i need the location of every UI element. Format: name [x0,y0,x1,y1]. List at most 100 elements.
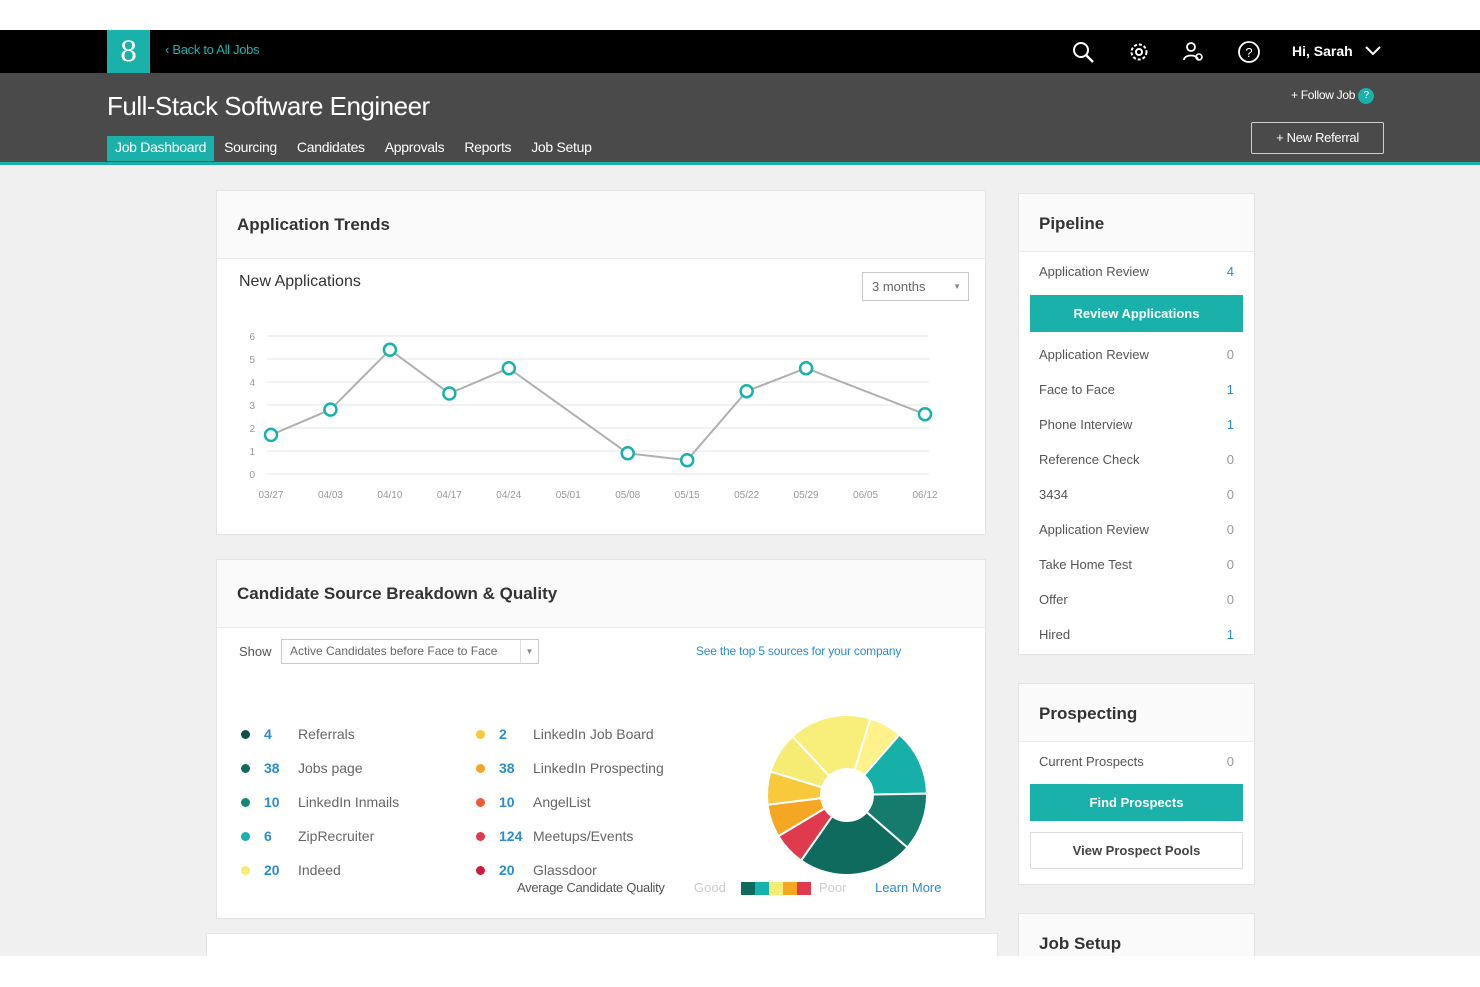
pipeline-row[interactable]: Reference Check 0 [1039,452,1234,472]
pipeline-row[interactable]: Offer 0 [1039,592,1234,612]
data-point[interactable] [382,342,398,358]
source-dot-icon [476,865,485,875]
source-count[interactable]: 2 [499,726,533,742]
source-count[interactable]: 20 [499,862,533,878]
tab-candidates[interactable]: Candidates [287,136,375,161]
pipeline-row[interactable]: Application Review 0 [1039,522,1234,542]
gear-icon[interactable] [1127,40,1151,64]
pipeline-stage-count: 0 [1226,592,1234,607]
follow-job-label: + Follow Job [1291,88,1356,103]
source-label: AngelList [533,794,591,810]
data-point[interactable] [917,406,933,422]
pipeline-stage-label: 3434 [1039,487,1068,502]
pipeline-row[interactable]: Application Review 4 [1039,264,1234,284]
svg-text:?: ? [1245,45,1252,60]
source-label: LinkedIn Prospecting [533,760,664,776]
x-tick-label: 04/10 [377,490,402,501]
pipeline-stage-label: Offer [1039,592,1068,607]
pipeline-row[interactable]: Application Review 0 [1039,347,1234,367]
source-row[interactable]: 38 Jobs page [241,758,363,778]
help-icon[interactable]: ? [1237,40,1261,64]
source-count[interactable]: 6 [264,828,298,844]
help-badge-icon: ? [1358,88,1375,104]
quality-scale [741,882,811,895]
job-header: Full-Stack Software Engineer Job Dashboa… [0,73,1480,165]
source-count[interactable]: 20 [264,862,298,878]
data-point[interactable] [798,360,814,376]
follow-job-link[interactable]: + Follow Job? [1291,88,1375,104]
source-count[interactable]: 38 [499,760,533,776]
pipeline-stage-count: 1 [1226,382,1234,397]
data-point[interactable] [620,446,635,461]
source-count[interactable]: 10 [499,794,533,810]
back-to-all-jobs-link[interactable]: ‹ Back to All Jobs [165,42,260,57]
x-tick-label: 04/03 [318,490,343,501]
users-icon[interactable] [1181,40,1205,64]
pipeline-row[interactable]: Hired 1 [1039,627,1234,647]
new-referral-button[interactable]: + New Referral [1251,122,1384,154]
source-count[interactable]: 38 [264,760,298,776]
pipeline-stage-label: Application Review [1039,522,1149,537]
source-row[interactable]: 20 Indeed [241,860,341,880]
current-prospects-count: 0 [1226,754,1234,769]
data-point[interactable] [442,386,457,401]
card-title: Application Trends [217,191,985,259]
app-frame: 8 ‹ Back to All Jobs ? Hi, Sarah Full-St… [0,30,1480,956]
pipeline-stage-count: 0 [1226,487,1234,502]
current-prospects-row[interactable]: Current Prospects 0 [1039,754,1234,774]
tab-reports[interactable]: Reports [454,136,521,161]
source-count[interactable]: 124 [499,828,533,844]
logo[interactable]: 8 [107,30,150,73]
pipeline-stage-label: Take Home Test [1039,557,1132,572]
learn-more-link[interactable]: Learn More [875,880,941,895]
source-row[interactable]: 6 ZipRecruiter [241,826,374,846]
source-label: Indeed [298,862,341,878]
search-icon[interactable] [1071,40,1095,64]
find-prospects-button[interactable]: Find Prospects [1030,784,1243,821]
x-tick-label: 06/12 [912,490,937,501]
tab-approvals[interactable]: Approvals [375,136,455,161]
source-row[interactable]: 10 AngelList [476,792,591,812]
pipeline-row[interactable]: Take Home Test 0 [1039,557,1234,577]
caret-down-icon: ▼ [953,282,961,291]
pipeline-row[interactable]: Face to Face 1 [1039,382,1234,402]
job-setup-card: Job Setup [1018,913,1255,956]
source-row[interactable]: 2 LinkedIn Job Board [476,724,654,744]
source-donut-chart [766,714,929,876]
data-point[interactable] [323,402,338,417]
quality-swatch [769,882,783,895]
source-dot-icon [476,763,485,773]
source-row[interactable]: 38 LinkedIn Prospecting [476,758,664,778]
chevron-down-icon[interactable] [1364,44,1382,58]
tab-job-dashboard[interactable]: Job Dashboard [107,136,215,161]
new-applications-heading: New Applications [239,273,361,290]
source-row[interactable]: 10 LinkedIn Inmails [241,792,399,812]
candidate-filter-select[interactable]: Active Candidates before Face to Face ▼ [281,639,539,664]
range-select[interactable]: 3 months ▼ [862,272,969,301]
pipeline-row[interactable]: 3434 0 [1039,487,1234,507]
top-sources-link[interactable]: See the top 5 sources for your company [696,644,901,658]
source-count[interactable]: 4 [264,726,298,742]
data-point[interactable] [739,383,754,399]
x-tick-label: 04/24 [496,490,521,501]
quality-swatch [783,882,797,895]
data-point[interactable] [501,360,517,376]
y-tick-label: 5 [249,355,255,366]
review-applications-button[interactable]: Review Applications [1030,295,1243,332]
view-prospect-pools-button[interactable]: View Prospect Pools [1030,832,1243,869]
source-row[interactable]: 20 Glassdoor [476,860,597,880]
source-count[interactable]: 10 [264,794,298,810]
user-greeting[interactable]: Hi, Sarah [1292,43,1353,59]
tab-job-setup[interactable]: Job Setup [521,136,601,161]
pipeline-row[interactable]: Phone Interview 1 [1039,417,1234,437]
pipeline-stage-count: 0 [1226,557,1234,572]
data-point[interactable] [263,427,279,443]
y-tick-label: 4 [249,378,255,389]
source-row[interactable]: 124 Meetups/Events [476,826,633,846]
top-bar: 8 ‹ Back to All Jobs ? Hi, Sarah [0,30,1480,73]
job-nav-tabs: Job Dashboard Sourcing Candidates Approv… [107,136,602,161]
tab-sourcing[interactable]: Sourcing [214,136,287,161]
pipeline-stage-label: Hired [1039,627,1071,642]
data-point[interactable] [679,452,695,468]
source-row[interactable]: 4 Referrals [241,724,355,744]
